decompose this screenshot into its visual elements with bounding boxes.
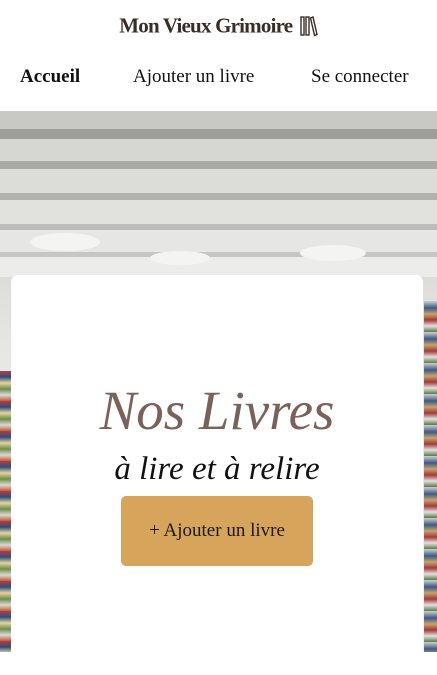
page-title: Nos Livres bbox=[99, 380, 335, 441]
add-book-button[interactable]: + Ajouter un livre bbox=[121, 496, 313, 566]
nav-add-book-link[interactable]: Ajouter un livre bbox=[133, 66, 254, 88]
hero-card: Nos Livres à lire et à relire + Ajouter … bbox=[11, 275, 423, 675]
brand-name: Mon Vieux Grimoire bbox=[119, 13, 293, 38]
bookshelf-right bbox=[424, 301, 437, 652]
books-icon bbox=[300, 15, 318, 37]
site-header: Mon Vieux Grimoire Accueil Ajouter un li… bbox=[0, 0, 437, 111]
nav-home-link[interactable]: Accueil bbox=[20, 66, 80, 88]
nav-login-link[interactable]: Se connecter bbox=[311, 66, 409, 88]
page-subtitle: à lire et à relire bbox=[114, 451, 320, 487]
brand-logo[interactable]: Mon Vieux Grimoire bbox=[0, 12, 437, 39]
main-nav: Accueil Ajouter un livre Se connecter bbox=[0, 66, 437, 90]
bookshelf-left bbox=[0, 371, 11, 652]
